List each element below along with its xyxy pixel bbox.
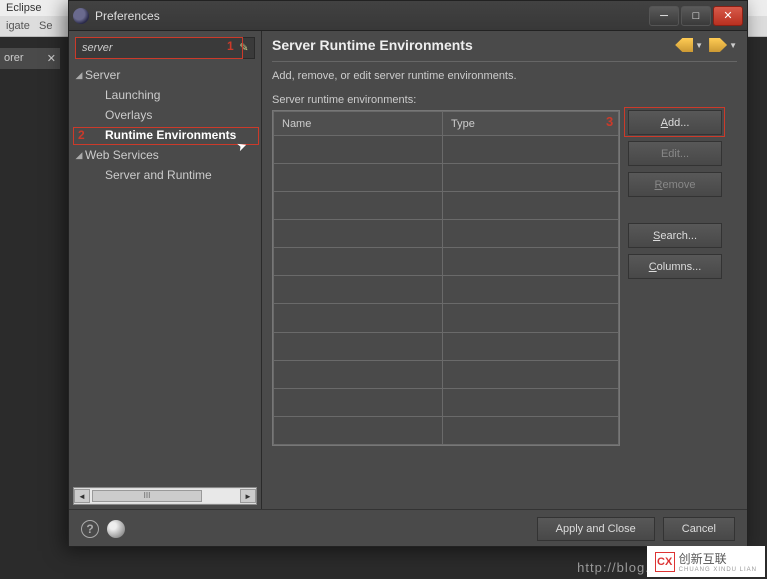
tree-label: Launching — [105, 88, 160, 102]
tree-item-web-services[interactable]: ◢Web Services — [73, 145, 257, 165]
back-arrow-icon[interactable] — [675, 38, 693, 52]
column-header-type[interactable]: Type — [443, 112, 619, 136]
bg-menu-item: Se — [39, 20, 52, 32]
bg-menu-item: igate — [6, 20, 30, 32]
table-row[interactable] — [274, 192, 619, 220]
add-button[interactable]: Add... — [628, 110, 722, 135]
right-panel: Server Runtime Environments ▼ ▼ Add, rem… — [262, 31, 747, 509]
tree-label: Web Services — [85, 148, 159, 162]
edit-button: Edit... — [628, 141, 722, 166]
preferences-tree[interactable]: ◢Server Launching Overlays Runtime Envir… — [69, 65, 261, 485]
runtime-table[interactable]: Name Type — [272, 110, 620, 446]
tree-item-runtime-environments[interactable]: Runtime Environments — [73, 125, 257, 145]
tree-label: Server and Runtime — [105, 168, 212, 182]
brand-badge: CX 创新互联 CHUANG XINDU LIAN — [647, 546, 765, 577]
forward-dropdown-icon[interactable]: ▼ — [729, 41, 737, 50]
column-header-name[interactable]: Name — [274, 112, 443, 136]
page-title: Server Runtime Environments — [272, 37, 669, 53]
table-row[interactable] — [274, 416, 619, 444]
columns-button[interactable]: Columns... — [628, 254, 722, 279]
import-export-icon[interactable] — [107, 520, 125, 538]
dialog-footer: ? Apply and Close Cancel — [69, 509, 747, 548]
tree-label: Server — [85, 68, 120, 82]
table-row[interactable] — [274, 220, 619, 248]
back-dropdown-icon[interactable]: ▼ — [695, 41, 703, 50]
brand-subtext: CHUANG XINDU LIAN — [679, 567, 757, 573]
close-icon: ✕ — [47, 52, 56, 65]
table-row[interactable] — [274, 136, 619, 164]
brand-text: 创新互联 — [679, 552, 727, 566]
bg-sidebar-label: orer — [4, 52, 24, 64]
eclipse-icon — [73, 8, 89, 24]
bg-sidebar: orer ✕ — [0, 48, 60, 69]
brand-logo-icon: CX — [655, 552, 675, 572]
table-row[interactable] — [274, 164, 619, 192]
clear-search-icon[interactable]: ✎ — [237, 40, 251, 54]
close-button[interactable]: ✕ — [713, 6, 743, 26]
cancel-button[interactable]: Cancel — [663, 517, 735, 541]
help-icon[interactable]: ? — [81, 520, 99, 538]
dialog-title: Preferences — [95, 9, 649, 23]
table-row[interactable] — [274, 248, 619, 276]
search-button[interactable]: Search... — [628, 223, 722, 248]
annotation-number-1: 1 — [227, 39, 234, 53]
tree-item-overlays[interactable]: Overlays — [73, 105, 257, 125]
forward-arrow-icon[interactable] — [709, 38, 727, 52]
tree-label: Runtime Environments — [105, 128, 236, 142]
annotation-number-2: 2 — [78, 128, 85, 142]
page-description: Add, remove, or edit server runtime envi… — [272, 70, 737, 82]
remove-button: Remove — [628, 172, 722, 197]
expand-icon: ◢ — [73, 70, 85, 81]
horizontal-scrollbar[interactable]: ◄ III ► — [73, 487, 257, 505]
table-row[interactable] — [274, 304, 619, 332]
scroll-left-button[interactable]: ◄ — [74, 489, 90, 503]
scroll-thumb[interactable]: III — [92, 490, 202, 502]
table-row[interactable] — [274, 332, 619, 360]
table-row[interactable] — [274, 276, 619, 304]
expand-icon: ◢ — [73, 150, 85, 161]
apply-and-close-button[interactable]: Apply and Close — [537, 517, 655, 541]
scroll-track[interactable]: III — [90, 489, 240, 503]
tree-item-launching[interactable]: Launching — [73, 85, 257, 105]
titlebar: Preferences ─ □ ✕ — [69, 1, 747, 31]
table-label: Server runtime environments: — [272, 94, 737, 106]
preferences-dialog: Preferences ─ □ ✕ ✎ 1 ◢Server Launching … — [68, 0, 748, 547]
table-row[interactable] — [274, 388, 619, 416]
maximize-button[interactable]: □ — [681, 6, 711, 26]
table-row[interactable] — [274, 360, 619, 388]
left-panel: ✎ 1 ◢Server Launching Overlays Runtime E… — [69, 31, 262, 509]
tree-label: Overlays — [105, 108, 152, 122]
minimize-button[interactable]: ─ — [649, 6, 679, 26]
tree-item-server[interactable]: ◢Server — [73, 65, 257, 85]
tree-item-server-and-runtime[interactable]: Server and Runtime — [73, 165, 257, 185]
annotation-number-3: 3 — [606, 114, 613, 129]
scroll-right-button[interactable]: ► — [240, 489, 256, 503]
